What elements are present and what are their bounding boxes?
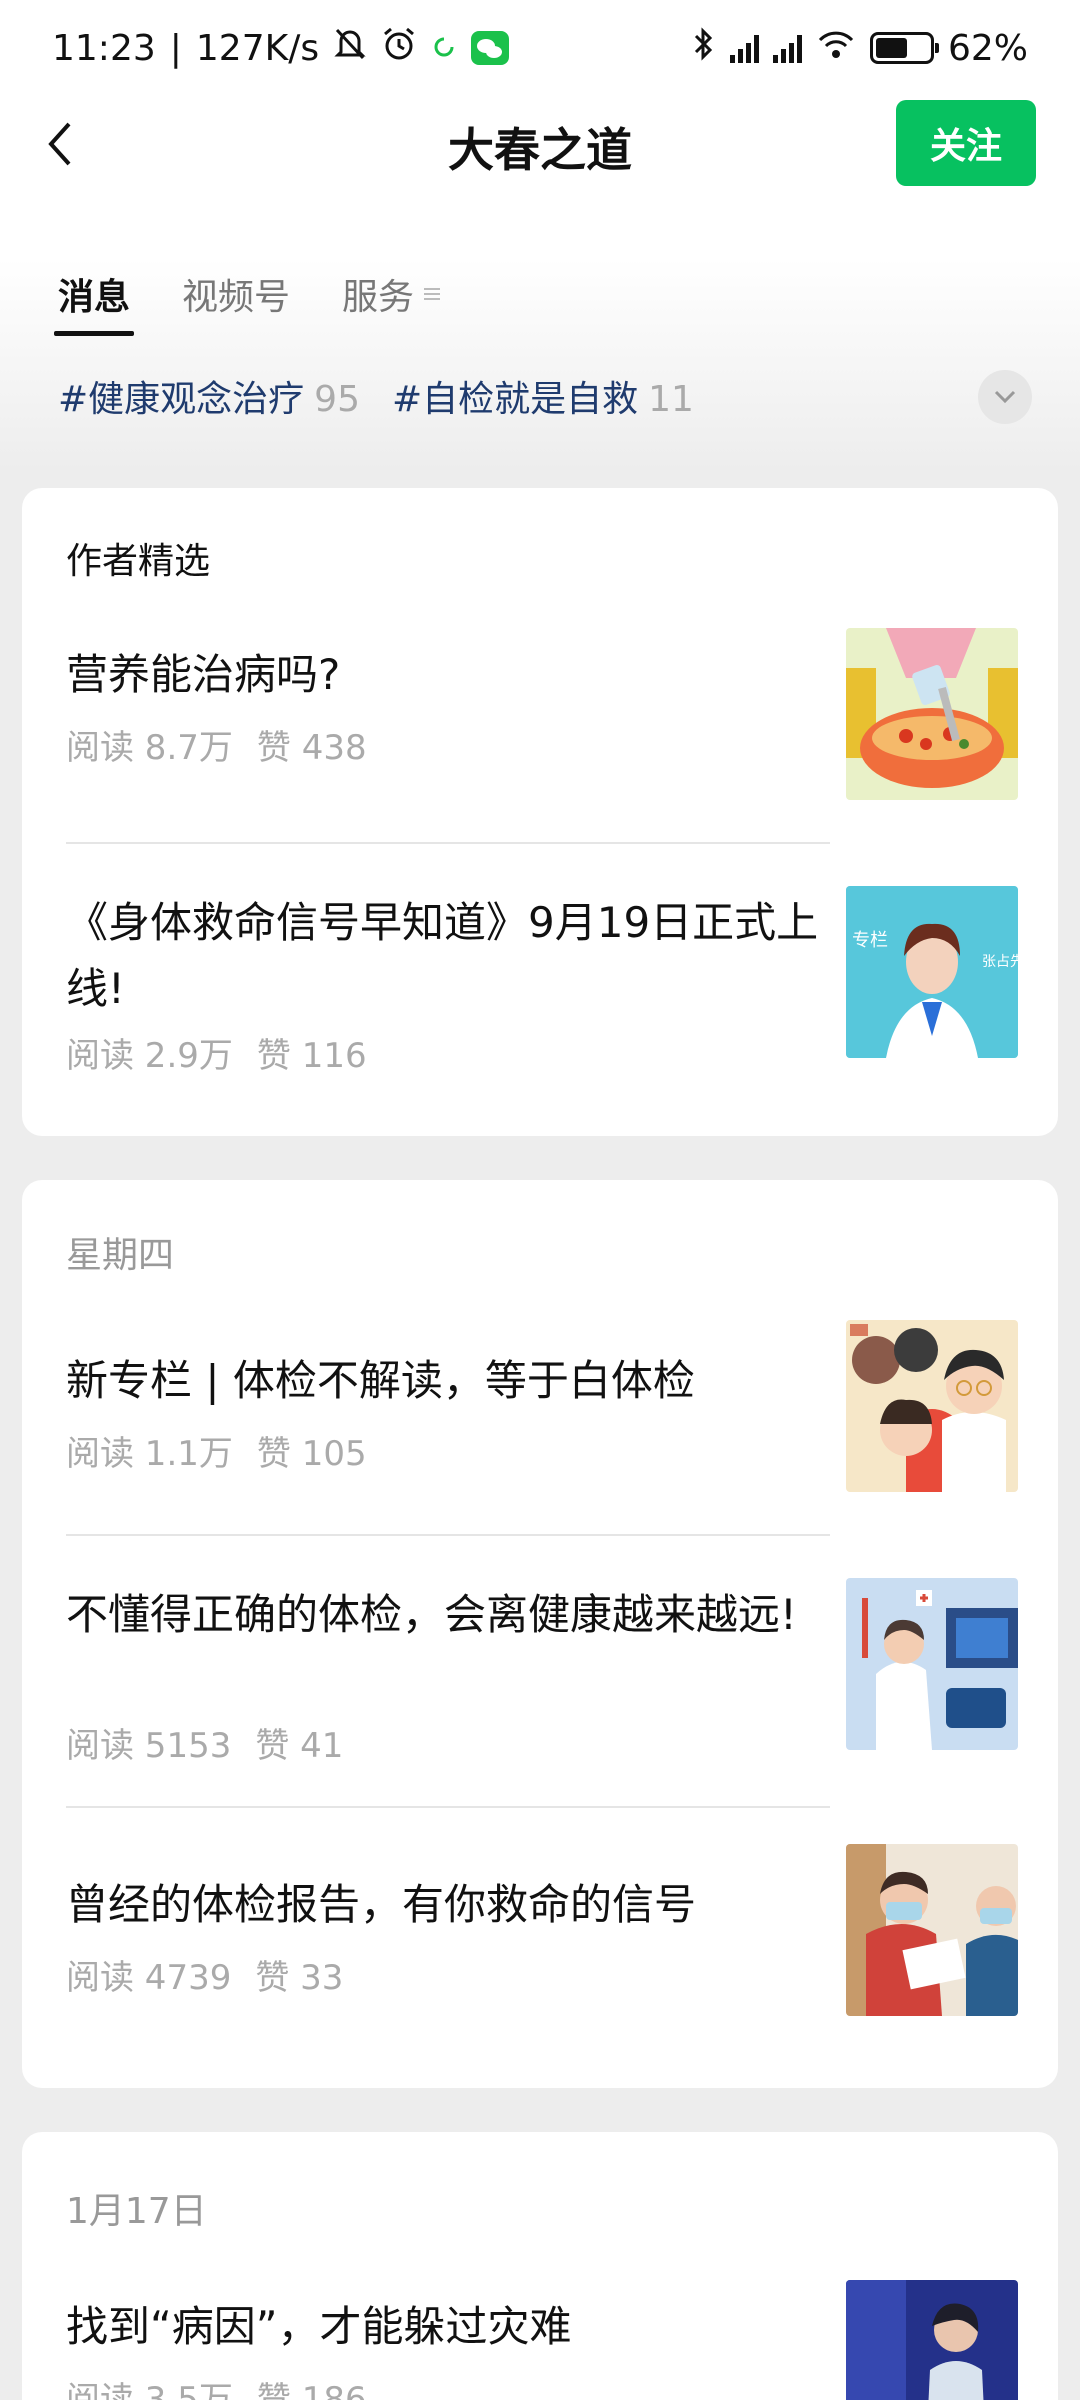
article-thumbnail xyxy=(846,2280,1018,2400)
tab-label: 服务 xyxy=(342,277,415,318)
like-count: 赞 186 xyxy=(256,2380,367,2400)
article-item[interactable]: 营养能治病吗? 阅读 8.7万赞 438 xyxy=(66,628,1038,828)
tab-messages[interactable]: 消息 xyxy=(53,268,135,336)
article-item[interactable]: 《身体救命信号早知道》9月19日正式上线! 阅读 2.9万赞 116 专栏 张占… xyxy=(66,886,1038,1098)
follow-button[interactable]: 关注 xyxy=(896,100,1036,186)
tag-item[interactable]: #健康观念治疗 95 xyxy=(58,370,360,422)
featured-card: 作者精选 营养能治病吗? 阅读 8.7万赞 438 《身体救命信号早知道》9月1… xyxy=(22,488,1058,1136)
article-meta: 阅读 4739 赞 33 xyxy=(66,1950,343,1999)
thumbnail-author-text: 张占先 xyxy=(982,954,1018,970)
divider xyxy=(66,842,830,844)
like-count: 赞 438 xyxy=(256,728,367,768)
read-count: 阅读 1.1万 xyxy=(66,1434,233,1474)
article-thumbnail xyxy=(846,1844,1018,2016)
tab-label: 消息 xyxy=(58,277,131,318)
battery-icon xyxy=(869,32,939,64)
article-meta: 阅读 5153 赞 41 xyxy=(66,1718,343,1767)
like-count: 赞 105 xyxy=(256,1434,367,1474)
date-header: 1月17日 xyxy=(66,2191,207,2232)
nav-bar: 大春之道 关注 xyxy=(0,96,1080,192)
article-title: 曾经的体检报告，有你救命的信号 xyxy=(66,1880,697,1929)
menu-icon xyxy=(424,288,441,300)
article-title: 不懂得正确的体检，会离健康越来越远! xyxy=(66,1590,797,1639)
read-count: 阅读 3.5万 xyxy=(66,2380,233,2400)
like-count: 赞 41 xyxy=(255,1726,344,1766)
article-meta: 阅读 1.1万赞 105 xyxy=(66,1426,367,1475)
read-count: 阅读 5153 xyxy=(66,1726,232,1766)
tag-list: #健康观念治疗 95 #自检就是自救 11 xyxy=(58,370,694,422)
article-title: 营养能治病吗? xyxy=(66,650,341,699)
expand-tags-button[interactable] xyxy=(978,370,1032,424)
tab-channels[interactable]: 视频号 xyxy=(182,268,290,336)
article-item[interactable]: 新专栏 | 体检不解读，等于白体检 阅读 1.1万赞 105 xyxy=(66,1320,1038,1500)
thumbnail-column-text: 专栏 xyxy=(852,930,888,951)
tab-bar: 消息 视频号 服务 xyxy=(53,268,441,336)
article-title: 《身体救命信号早知道》9月19日正式上线! xyxy=(66,898,819,1013)
article-thumbnail xyxy=(846,1320,1018,1492)
article-meta: 阅读 2.9万赞 116 xyxy=(66,1028,367,1077)
article-item[interactable]: 曾经的体检报告，有你救命的信号 阅读 4739 赞 33 xyxy=(66,1844,1038,2040)
article-item[interactable]: 找到“病因”，才能躲过灾难 阅读 3.5万 赞 186 xyxy=(66,2280,1038,2400)
article-thumbnail xyxy=(846,1578,1018,1750)
status-time: 11:23 xyxy=(52,27,156,69)
tag-item[interactable]: #自检就是自救 11 xyxy=(392,370,694,422)
mute-bell-icon xyxy=(333,26,367,71)
battery-percent: 62% xyxy=(947,27,1028,69)
wechat-icon xyxy=(471,31,510,65)
date-header: 星期四 xyxy=(66,1235,175,1276)
article-title: 新专栏 | 体检不解读，等于白体检 xyxy=(66,1356,695,1405)
divider xyxy=(66,1806,830,1808)
tab-label: 视频号 xyxy=(182,277,291,318)
signal-icon xyxy=(729,33,759,63)
article-meta: 阅读 8.7万赞 438 xyxy=(66,720,367,769)
tab-services[interactable]: 服务 xyxy=(342,268,441,336)
card-header: 作者精选 xyxy=(66,541,211,582)
article-thumbnail: 专栏 张占先 xyxy=(846,886,1018,1058)
like-count: 赞 116 xyxy=(256,1036,367,1076)
bluetooth-icon xyxy=(692,26,716,71)
tag-label: #健康观念治疗 xyxy=(58,379,305,420)
tag-label: #自检就是自救 xyxy=(391,379,639,420)
read-count: 阅读 2.9万 xyxy=(66,1036,233,1076)
article-item[interactable]: 不懂得正确的体检，会离健康越来越远! 阅读 5153 赞 41 xyxy=(66,1578,1038,1770)
date-card-jan17: 1月17日 找到“病因”，才能躲过灾难 阅读 3.5万 赞 186 xyxy=(22,2132,1058,2400)
date-card-thursday: 星期四 新专栏 | 体检不解读，等于白体检 阅读 1.1万赞 105 不懂得正确… xyxy=(22,1180,1058,2088)
article-title: 找到“病因”，才能躲过灾难 xyxy=(66,2302,572,2351)
alarm-icon xyxy=(381,26,417,71)
like-count: 赞 33 xyxy=(255,1958,344,1998)
article-thumbnail xyxy=(846,628,1018,800)
read-count: 阅读 4739 xyxy=(66,1958,232,1998)
tag-count: 11 xyxy=(648,379,694,420)
sync-icon xyxy=(431,28,457,69)
status-speed: 127K/s xyxy=(195,27,320,69)
chevron-down-icon xyxy=(994,390,1016,404)
status-bar: 11:23 | 127K/s 62% xyxy=(0,0,1080,96)
signal-icon-2 xyxy=(772,33,802,63)
article-meta: 阅读 3.5万 赞 186 xyxy=(66,2372,367,2400)
tag-count: 95 xyxy=(314,379,360,420)
read-count: 阅读 8.7万 xyxy=(66,728,233,768)
status-separator: | xyxy=(169,27,182,69)
wifi-icon xyxy=(816,28,856,69)
divider xyxy=(66,1534,830,1536)
